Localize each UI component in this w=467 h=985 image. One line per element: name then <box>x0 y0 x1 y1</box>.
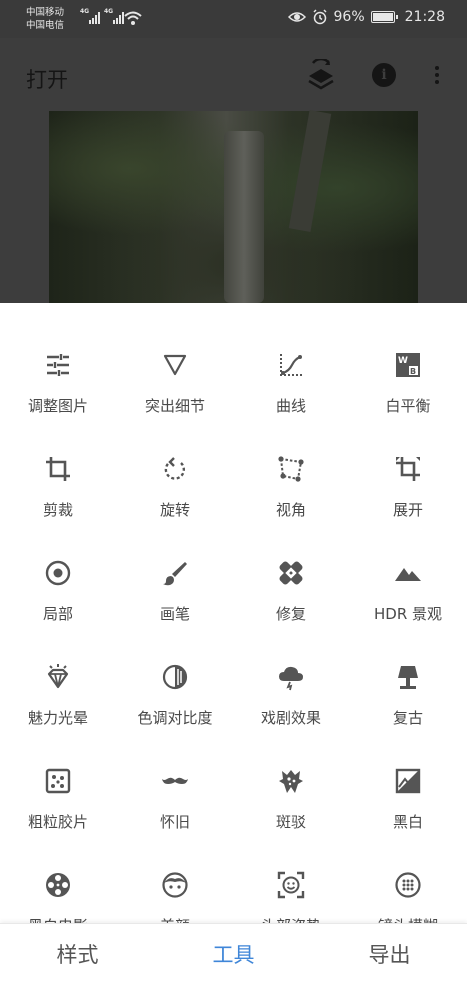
tool-brush[interactable]: 画笔 <box>117 511 233 623</box>
carrier-1: 中国移动 <box>26 7 65 18</box>
more-options-icon[interactable] <box>435 66 439 87</box>
crop-icon <box>44 455 72 483</box>
details-triangle-icon <box>161 351 189 379</box>
info-icon[interactable]: i <box>372 63 396 87</box>
tool-noir-film-reel[interactable]: 黑白电影 <box>0 823 116 923</box>
curves-icon <box>277 351 305 379</box>
tab-export[interactable]: 导出 <box>312 924 467 985</box>
tool-label: 镜头模糊 <box>350 915 466 923</box>
layers-icon[interactable] <box>307 59 335 91</box>
battery-percent: 96% <box>333 9 365 25</box>
tool-label: 美颜 <box>117 915 233 923</box>
tool-crop[interactable]: 剪裁 <box>0 407 116 519</box>
tool-tonal-contrast[interactable]: 色调对比度 <box>117 615 233 727</box>
drama-cloud-icon <box>277 663 305 691</box>
glamour-glow-icon <box>44 663 72 691</box>
tool-healing[interactable]: 修复 <box>233 511 349 623</box>
face-enhance-icon <box>161 871 189 899</box>
status-bar: 中国移动 中国电信 4G 4G 96% 21:28 <box>0 0 467 38</box>
app-bar: 打开 i <box>0 38 467 303</box>
bottom-nav: 样式 工具 导出 <box>0 923 467 985</box>
svg-text:B: B <box>410 367 416 376</box>
photo-preview <box>49 110 418 303</box>
healing-icon <box>277 559 305 587</box>
head-pose-icon <box>277 871 305 899</box>
tool-curves[interactable]: 曲线 <box>233 303 349 415</box>
battery-icon <box>370 11 398 23</box>
clock: 21:28 <box>404 9 445 25</box>
tool-selective[interactable]: 局部 <box>0 511 116 623</box>
tools-sheet: 调整图片 突出细节 曲线 W B 白平衡剪裁 旋转 视角 展开局部 画笔 修复 HDR 景观魅力光晕色… <box>0 303 467 923</box>
signal-1-icon: 4G <box>80 8 100 24</box>
tool-vintage-lamp[interactable]: 复古 <box>350 615 466 727</box>
black-white-icon <box>394 767 422 795</box>
tool-drama-cloud[interactable]: 戏剧效果 <box>233 615 349 727</box>
hdr-mountain-icon <box>394 559 422 587</box>
lens-blur-icon <box>394 871 422 899</box>
network-type-2: 4G <box>104 8 114 15</box>
brush-icon <box>161 559 189 587</box>
tab-styles[interactable]: 样式 <box>0 924 155 985</box>
vintage-lamp-icon <box>394 663 422 691</box>
tool-head-pose[interactable]: 头部姿势 <box>233 823 349 923</box>
status-right: 96% 21:28 <box>287 9 445 25</box>
tool-face-enhance[interactable]: 美颜 <box>117 823 233 923</box>
tool-tune[interactable]: 调整图片 <box>0 303 116 415</box>
tool-label: 头部姿势 <box>233 915 349 923</box>
carrier-info: 中国移动 中国电信 <box>26 6 64 32</box>
signal-2-icon: 4G <box>104 8 124 24</box>
carrier-2: 中国电信 <box>26 20 65 31</box>
tool-glamour-glow[interactable]: 魅力光晕 <box>0 615 116 727</box>
grainy-film-icon <box>44 767 72 795</box>
network-type-1: 4G <box>80 8 90 15</box>
tool-lens-blur[interactable]: 镜头模糊 <box>350 823 466 923</box>
noir-film-reel-icon <box>44 871 72 899</box>
tool-black-white[interactable]: 黑白 <box>350 719 466 831</box>
signal-indicators: 4G 4G <box>80 8 124 24</box>
tool-expand[interactable]: 展开 <box>350 407 466 519</box>
selective-icon <box>44 559 72 587</box>
tonal-contrast-icon <box>161 663 189 691</box>
tool-grunge[interactable]: 斑驳 <box>233 719 349 831</box>
grunge-icon <box>277 767 305 795</box>
tool-grainy-film[interactable]: 粗粒胶片 <box>0 719 116 831</box>
tool-white-balance[interactable]: W B 白平衡 <box>350 303 466 415</box>
svg-text:W: W <box>398 356 408 366</box>
tool-label: 黑白电影 <box>0 915 116 923</box>
tool-details-triangle[interactable]: 突出细节 <box>117 303 233 415</box>
tab-tools[interactable]: 工具 <box>156 924 311 985</box>
tool-rotate[interactable]: 旋转 <box>117 407 233 519</box>
expand-icon <box>394 455 422 483</box>
eye-comfort-icon <box>287 12 306 22</box>
rotate-icon <box>161 455 189 483</box>
alarm-icon <box>312 9 327 25</box>
perspective-icon <box>277 455 305 483</box>
wifi-icon <box>124 11 142 25</box>
open-button[interactable]: 打开 <box>26 64 68 94</box>
tune-icon <box>44 351 72 379</box>
white-balance-icon: WB <box>394 351 422 379</box>
tool-hdr-mountain[interactable]: HDR 景观 <box>350 511 466 623</box>
tool-retrolux-mustache[interactable]: 怀旧 <box>117 719 233 831</box>
tool-perspective[interactable]: 视角 <box>233 407 349 519</box>
retrolux-mustache-icon <box>161 767 189 795</box>
